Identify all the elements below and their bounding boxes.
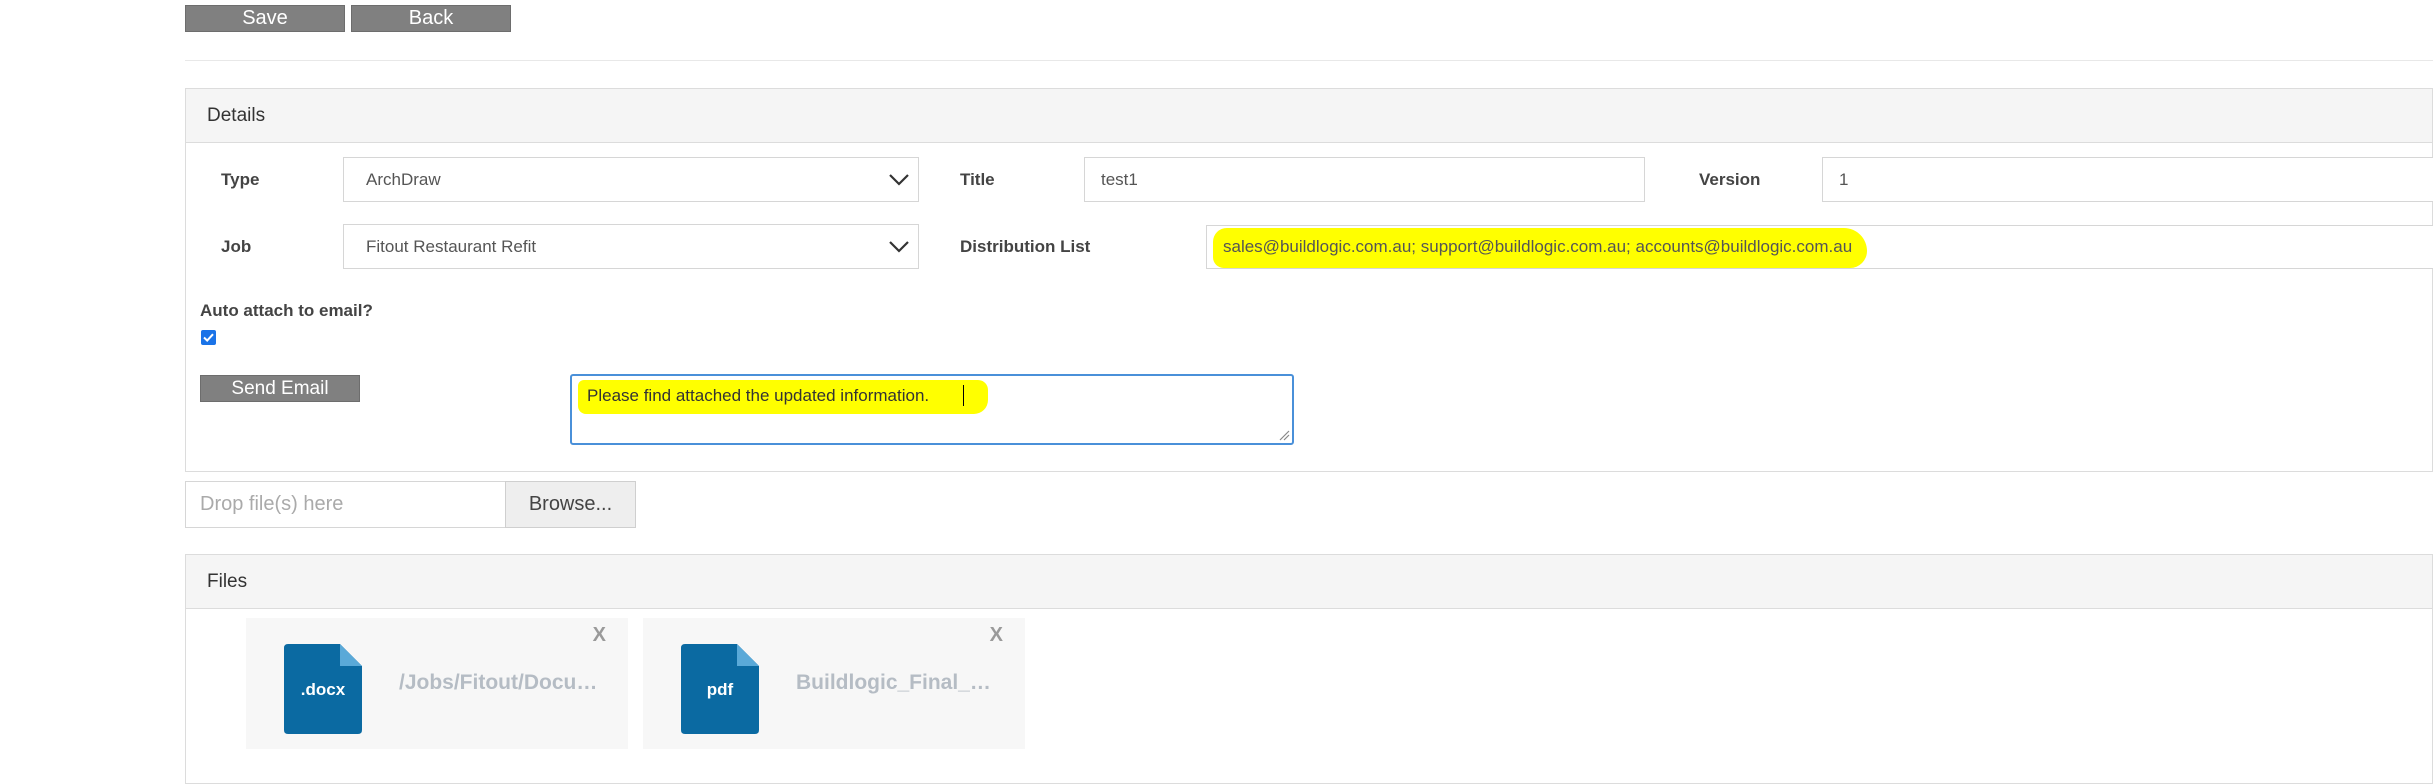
back-button[interactable]: Back	[351, 5, 511, 32]
details-panel-heading: Details	[186, 89, 2432, 143]
files-panel: Files X .docx /Jobs/Fitout/Docu… X pdf B…	[185, 554, 2433, 784]
files-panel-heading: Files	[186, 555, 2432, 609]
job-select[interactable]: Fitout Restaurant Refit	[343, 224, 919, 269]
file-drop-placeholder: Drop file(s) here	[200, 493, 344, 515]
details-heading-text: Details	[207, 104, 266, 126]
type-select-value: ArchDraw	[366, 169, 441, 189]
type-label: Type	[221, 170, 260, 189]
file-card[interactable]: X .docx /Jobs/Fitout/Docu…	[246, 618, 628, 749]
distribution-list-label: Distribution List	[960, 237, 1091, 256]
file-name[interactable]: Buildlogic_Final_…	[796, 671, 991, 695]
version-label: Version	[1699, 170, 1761, 189]
version-input[interactable]: 1	[1822, 157, 2433, 202]
close-icon[interactable]: X	[593, 624, 606, 647]
title-label: Title	[960, 170, 995, 189]
details-panel: Details Type ArchDraw Title test1 Versio…	[185, 88, 2433, 472]
type-select[interactable]: ArchDraw	[343, 157, 919, 202]
file-drop-zone[interactable]: Drop file(s) here	[185, 481, 506, 528]
file-card[interactable]: X pdf Buildlogic_Final_…	[643, 618, 1025, 749]
job-label: Job	[221, 237, 252, 256]
message-text: Please find attached the updated informa…	[587, 386, 930, 405]
resize-handle-icon[interactable]	[1278, 429, 1290, 441]
title-input[interactable]: test1	[1084, 157, 1645, 202]
job-select-value: Fitout Restaurant Refit	[366, 236, 537, 256]
chevron-down-icon	[889, 173, 909, 186]
close-icon[interactable]: X	[990, 624, 1003, 647]
checkbox-check-icon	[203, 333, 214, 343]
distribution-list-value: sales@buildlogic.com.au; support@buildlo…	[1223, 237, 1853, 256]
file-type-label: pdf	[706, 680, 734, 699]
save-button[interactable]: Save	[185, 5, 345, 32]
file-name[interactable]: /Jobs/Fitout/Docu…	[399, 671, 597, 695]
text-cursor	[963, 385, 964, 406]
browse-button[interactable]: Browse...	[505, 481, 636, 528]
email-message-textarea[interactable]: Please find attached the updated informa…	[570, 374, 1294, 445]
files-heading-text: Files	[207, 570, 248, 592]
divider	[185, 60, 2433, 61]
chevron-down-icon	[889, 240, 909, 253]
auto-attach-label: Auto attach to email?	[200, 301, 373, 320]
distribution-list-input[interactable]: sales@buildlogic.com.au; support@buildlo…	[1206, 225, 2433, 269]
version-input-value: 1	[1839, 169, 1849, 189]
title-input-value: test1	[1101, 169, 1138, 189]
file-type-label: .docx	[300, 680, 346, 699]
send-email-button[interactable]: Send Email	[200, 375, 360, 402]
auto-attach-checkbox[interactable]	[201, 330, 216, 345]
